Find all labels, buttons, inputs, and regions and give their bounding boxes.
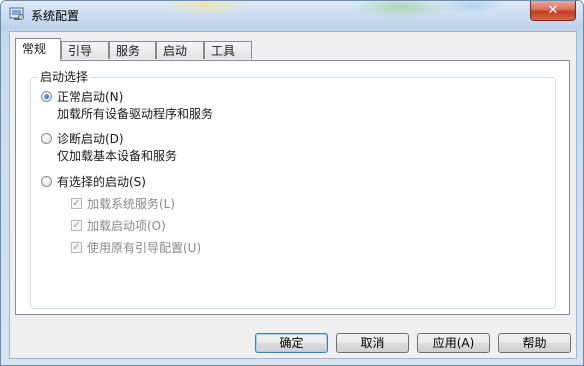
title-bar[interactable]: 系统配置 ✕ (1, 1, 583, 29)
system-config-app-icon (9, 7, 24, 20)
checkbox-checked-disabled: ✓ (71, 241, 82, 253)
checkbox-load-system-services: ✓ 加载系统服务(L) (71, 195, 175, 212)
checkbox-label: 加载系统服务(L) (87, 197, 176, 211)
checkbox-use-original-boot-config: ✓ 使用原有引导配置(U) (71, 239, 201, 256)
tab-label: 引导 (68, 44, 93, 58)
cancel-button[interactable]: 取消 (336, 333, 409, 353)
tab-general[interactable]: 常规 (15, 38, 61, 61)
tab-boot[interactable]: 引导 (61, 41, 109, 59)
radio-button[interactable] (41, 133, 52, 144)
checkbox-load-startup-items: ✓ 加载启动项(O) (71, 217, 166, 234)
apply-button[interactable]: 应用(A) (417, 333, 490, 353)
radio-diagnostic-startup[interactable]: 诊断启动(D) (41, 130, 124, 147)
radio-button-checked[interactable] (41, 91, 52, 102)
tab-label: 工具 (211, 44, 236, 58)
tab-label: 启动 (163, 44, 188, 58)
tab-label: 常规 (22, 42, 47, 56)
help-button[interactable]: 帮助 (498, 333, 571, 353)
window-title: 系统配置 (31, 9, 80, 23)
checkbox-label: 加载启动项(O) (87, 219, 166, 233)
checkbox-checked-disabled: ✓ (71, 219, 82, 231)
ok-button[interactable]: 确定 (255, 333, 328, 353)
startup-selection-group: 启动选择 正常启动(N) 加载所有设备驱动程序和服务 诊断启动(D) 仅加载基本… (30, 69, 556, 309)
option-description: 仅加载基本设备和服务 (57, 149, 178, 163)
dialog-client-area: 常规 引导 服务 启动 工具 启动选择 正常启动(N) 加载所有设备驱动程序和服… (9, 31, 577, 359)
radio-label: 正常启动(N) (57, 90, 124, 104)
tab-services[interactable]: 服务 (109, 41, 156, 59)
radio-label: 有选择的启动(S) (57, 175, 146, 189)
close-button[interactable]: ✕ (530, 1, 576, 21)
close-icon: ✕ (547, 3, 559, 18)
radio-button[interactable] (41, 176, 52, 187)
system-config-window: 系统配置 ✕ 常规 引导 服务 启动 工具 启动选择 正常启动(N) 加载所有设… (0, 0, 584, 366)
radio-selective-startup[interactable]: 有选择的启动(S) (41, 173, 146, 190)
tab-startup[interactable]: 启动 (156, 41, 204, 59)
tab-label: 服务 (116, 44, 141, 58)
group-title: 启动选择 (38, 69, 91, 85)
general-tab-panel: 启动选择 正常启动(N) 加载所有设备驱动程序和服务 诊断启动(D) 仅加载基本… (15, 60, 570, 315)
radio-label: 诊断启动(D) (57, 132, 124, 146)
tab-tools[interactable]: 工具 (204, 41, 252, 59)
option-description: 加载所有设备驱动程序和服务 (57, 107, 214, 121)
checkbox-label: 使用原有引导配置(U) (87, 241, 202, 255)
checkbox-checked-disabled: ✓ (71, 197, 82, 209)
radio-normal-startup[interactable]: 正常启动(N) (41, 88, 123, 105)
